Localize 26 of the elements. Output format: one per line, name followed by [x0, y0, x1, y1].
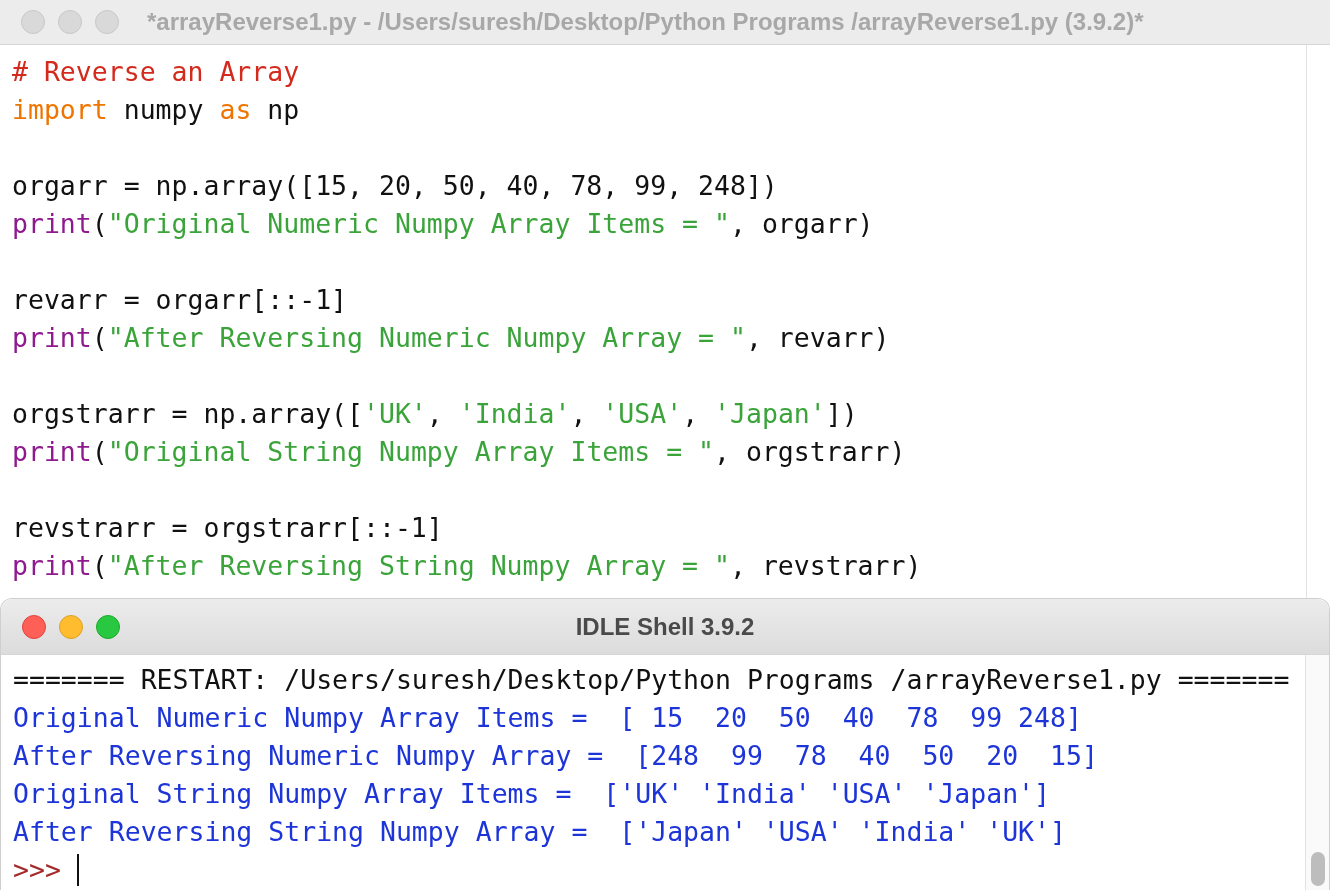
- shell-output-line: Original String Numpy Array Items = ['UK' 'India' 'USA' 'Japan']: [13, 777, 1052, 811]
- code-line: # Reverse an Array: [12, 55, 301, 89]
- window-title: *arrayReverse1.py - /Users/suresh/Desktop/Python Programs /arrayReverse1.py (3.9.2)*: [147, 8, 1144, 36]
- shell-output-line: After Reversing Numeric Numpy Array = [248 99 78 40 50 20 15]: [13, 739, 1099, 773]
- code-line: revarr = orgarr[::-1]: [12, 283, 349, 317]
- shell-output-line: Original Numeric Numpy Array Items = [ 15 20 50 40 78 99 248]: [13, 701, 1083, 735]
- code-line: print("After Reversing String Numpy Array = ", revstrarr): [12, 549, 923, 583]
- minimize-button[interactable]: [58, 10, 82, 34]
- zoom-button[interactable]: [95, 10, 119, 34]
- window-title: IDLE Shell 3.9.2: [575, 612, 755, 641]
- zoom-button[interactable]: [96, 614, 120, 639]
- code-line: print("Original String Numpy Array Items = ", orgstrarr): [12, 435, 907, 469]
- shell-output-line: After Reversing String Numpy Array = ['Japan' 'USA' 'India' 'UK']: [13, 815, 1067, 849]
- text-cursor: [76, 854, 79, 886]
- code-line: import numpy as np: [12, 93, 301, 127]
- close-button[interactable]: [21, 10, 45, 34]
- code-line: orgarr = np.array([15, 20, 50, 40, 78, 99, 248]): [12, 169, 779, 203]
- close-button[interactable]: [22, 614, 46, 639]
- shell-prompt: >>>: [13, 853, 61, 887]
- scrollbar-thumb[interactable]: [1310, 852, 1325, 886]
- code-line: revstrarr = orgstrarr[::-1]: [12, 511, 444, 545]
- shell-output-line: ======= RESTART: /Users/suresh/Desktop/Python Programs /arrayReverse1.py =======: [13, 663, 1291, 697]
- code-line: orgstrarr = np.array(['UK', 'India', 'USA', 'Japan']): [12, 397, 859, 431]
- minimize-button[interactable]: [59, 614, 83, 639]
- code-line: print("After Reversing Numeric Numpy Array = ", revarr): [12, 321, 891, 355]
- code-line: print("Original Numeric Numpy Array Items = ", orgarr): [12, 207, 875, 241]
